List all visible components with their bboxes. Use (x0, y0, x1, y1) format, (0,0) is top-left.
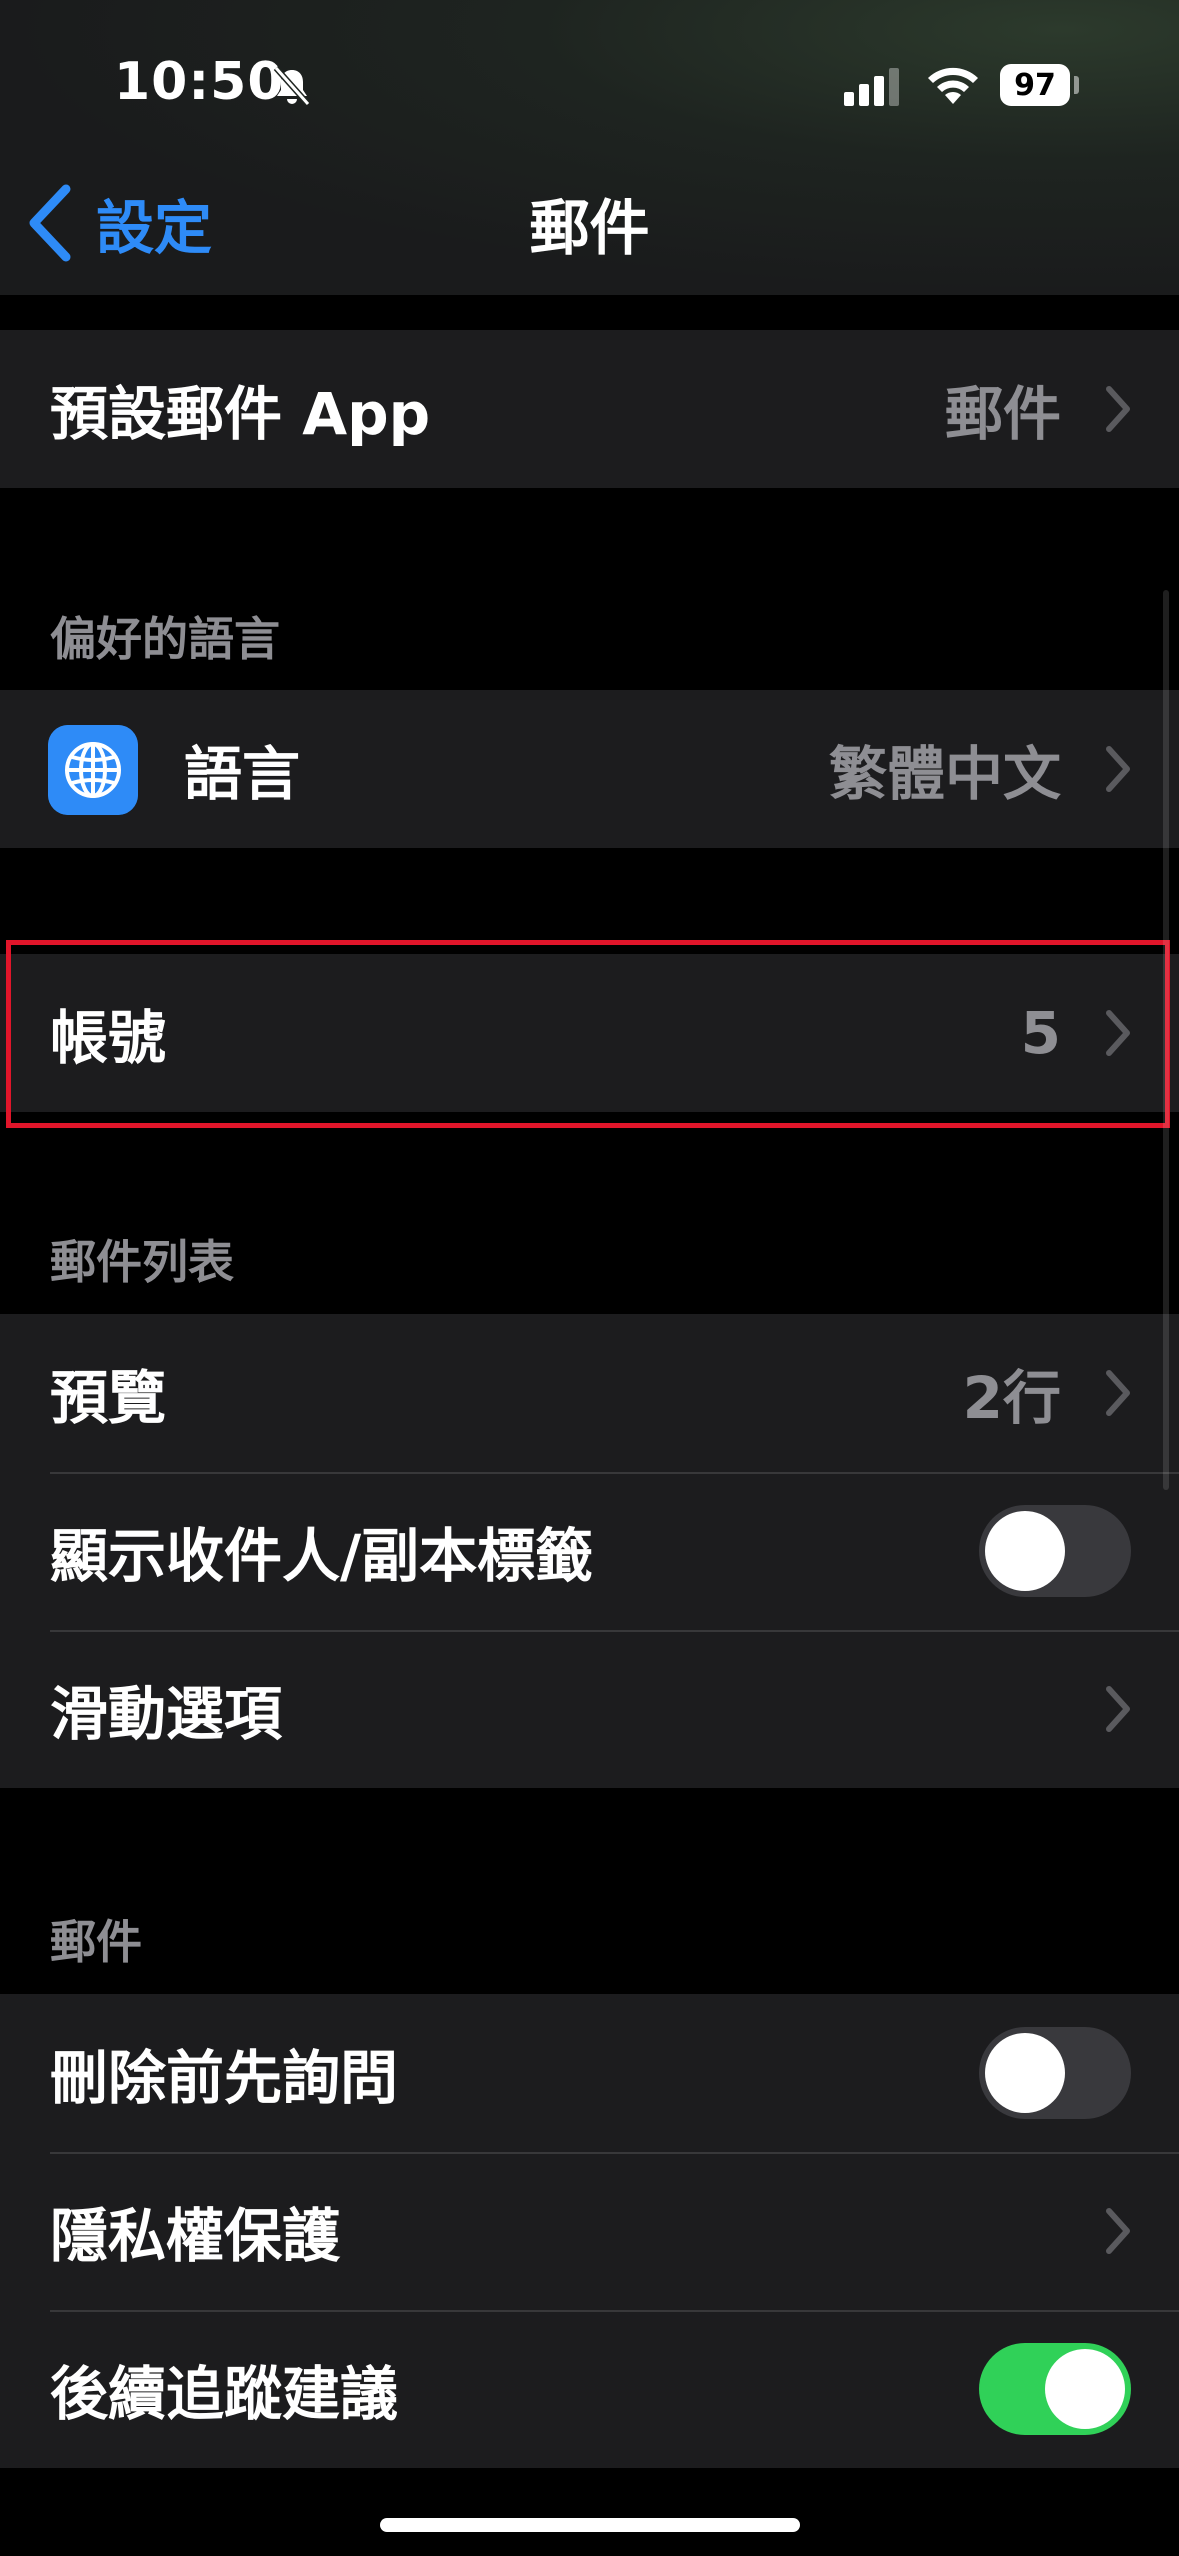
preview-row[interactable]: 預覽 2行 (0, 1314, 1179, 1472)
default-mail-app-row[interactable]: 預設郵件 App 郵件 (0, 330, 1179, 488)
default-mail-app-label: 預設郵件 App (50, 380, 431, 448)
follow-up-suggestions-toggle[interactable] (979, 2343, 1131, 2435)
cellular-signal-icon (844, 68, 899, 106)
default-app-group: 預設郵件 App 郵件 (0, 330, 1179, 488)
section-header-message-list: 郵件列表 (50, 1235, 234, 1289)
home-indicator[interactable] (380, 2518, 800, 2532)
language-row[interactable]: 語言 繁體中文 (0, 690, 1179, 848)
chevron-right-icon (1106, 386, 1130, 432)
chevron-right-icon (1106, 1370, 1130, 1416)
swipe-options-label: 滑動選項 (50, 1680, 283, 1748)
accounts-count: 5 (1020, 999, 1061, 1067)
toggle-knob (985, 1511, 1065, 1591)
section-header-language: 偏好的語言 (50, 612, 280, 666)
status-bar: 10:50 97 (0, 0, 1179, 175)
accounts-row[interactable]: 帳號 5 (0, 954, 1179, 1112)
chevron-right-icon (1106, 1010, 1130, 1056)
messages-group: 刪除前先詢問 隱私權保護 後續追蹤建議 (0, 1994, 1179, 2468)
show-to-cc-toggle[interactable] (979, 1505, 1131, 1597)
follow-up-suggestions-row: 後續追蹤建議 (0, 2310, 1179, 2468)
battery-tip (1074, 76, 1079, 94)
chevron-right-icon (1106, 2208, 1130, 2254)
follow-up-suggestions-label: 後續追蹤建議 (50, 2360, 399, 2428)
accounts-group: 帳號 5 (0, 954, 1179, 1112)
message-list-group: 預覽 2行 顯示收件人/副本標籤 滑動選項 (0, 1314, 1179, 1788)
toggle-knob (985, 2033, 1065, 2113)
chevron-right-icon (1106, 1686, 1130, 1732)
language-value: 繁體中文 (828, 740, 1061, 808)
wifi-icon (928, 67, 978, 104)
language-group: 語言 繁體中文 (0, 690, 1179, 848)
privacy-protection-row[interactable]: 隱私權保護 (0, 2152, 1179, 2310)
ask-before-delete-toggle[interactable] (979, 2027, 1131, 2119)
ask-before-delete-row: 刪除前先詢問 (0, 1994, 1179, 2152)
globe-icon (48, 725, 138, 815)
ask-before-delete-label: 刪除前先詢問 (50, 2044, 399, 2112)
toggle-knob (1045, 2349, 1125, 2429)
default-mail-app-value: 郵件 (944, 380, 1061, 448)
status-time: 10:50 (114, 52, 285, 112)
chevron-right-icon (1106, 746, 1130, 792)
page-title-text: 郵件 (529, 193, 650, 264)
silent-bell-icon (273, 66, 311, 106)
show-to-cc-row: 顯示收件人/副本標籤 (0, 1472, 1179, 1630)
battery-icon: 97 (1000, 64, 1070, 106)
page-title: 郵件 (0, 178, 1179, 268)
language-label: 語言 (184, 740, 301, 808)
swipe-options-row[interactable]: 滑動選項 (0, 1630, 1179, 1788)
battery-level: 97 (1014, 67, 1056, 103)
section-header-messages: 郵件 (50, 1915, 142, 1969)
accounts-label: 帳號 (50, 1004, 167, 1072)
privacy-protection-label: 隱私權保護 (50, 2202, 341, 2270)
show-to-cc-label: 顯示收件人/副本標籤 (50, 1522, 594, 1590)
preview-value: 2行 (962, 1364, 1061, 1432)
scrollbar[interactable] (1163, 590, 1169, 1490)
preview-label: 預覽 (50, 1364, 167, 1432)
